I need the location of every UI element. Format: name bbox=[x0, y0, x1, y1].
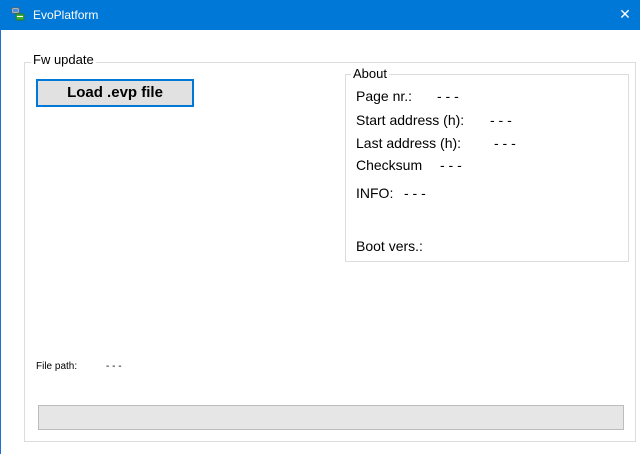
page-nr-label: Page nr.: bbox=[356, 88, 413, 104]
start-address-value: - - - bbox=[490, 112, 512, 128]
checksum-value: - - - bbox=[440, 157, 462, 173]
boot-vers-label: Boot vers.: bbox=[356, 238, 423, 254]
last-address-value: - - - bbox=[494, 135, 516, 151]
window-title: EvoPlatform bbox=[33, 8, 99, 22]
about-group-title: About bbox=[351, 66, 389, 81]
close-icon: ✕ bbox=[619, 7, 631, 23]
page-nr-value: - - - bbox=[437, 88, 459, 104]
last-address-label: Last address (h): bbox=[356, 135, 462, 151]
progress-bar bbox=[38, 405, 624, 430]
info-label: INFO: bbox=[356, 185, 394, 201]
fw-update-group-title: Fw update bbox=[31, 52, 96, 67]
title-bar[interactable]: EvoPlatform ✕ bbox=[0, 0, 640, 30]
start-address-label: Start address (h): bbox=[356, 112, 465, 128]
load-evp-file-button[interactable]: Load .evp file bbox=[36, 79, 194, 107]
file-path-label: File path: bbox=[36, 361, 78, 372]
info-value: - - - bbox=[404, 185, 426, 201]
file-path-value: - - - bbox=[106, 361, 122, 372]
app-icon bbox=[11, 7, 25, 21]
close-button[interactable]: ✕ bbox=[610, 0, 640, 30]
checksum-label: Checksum bbox=[356, 157, 423, 173]
